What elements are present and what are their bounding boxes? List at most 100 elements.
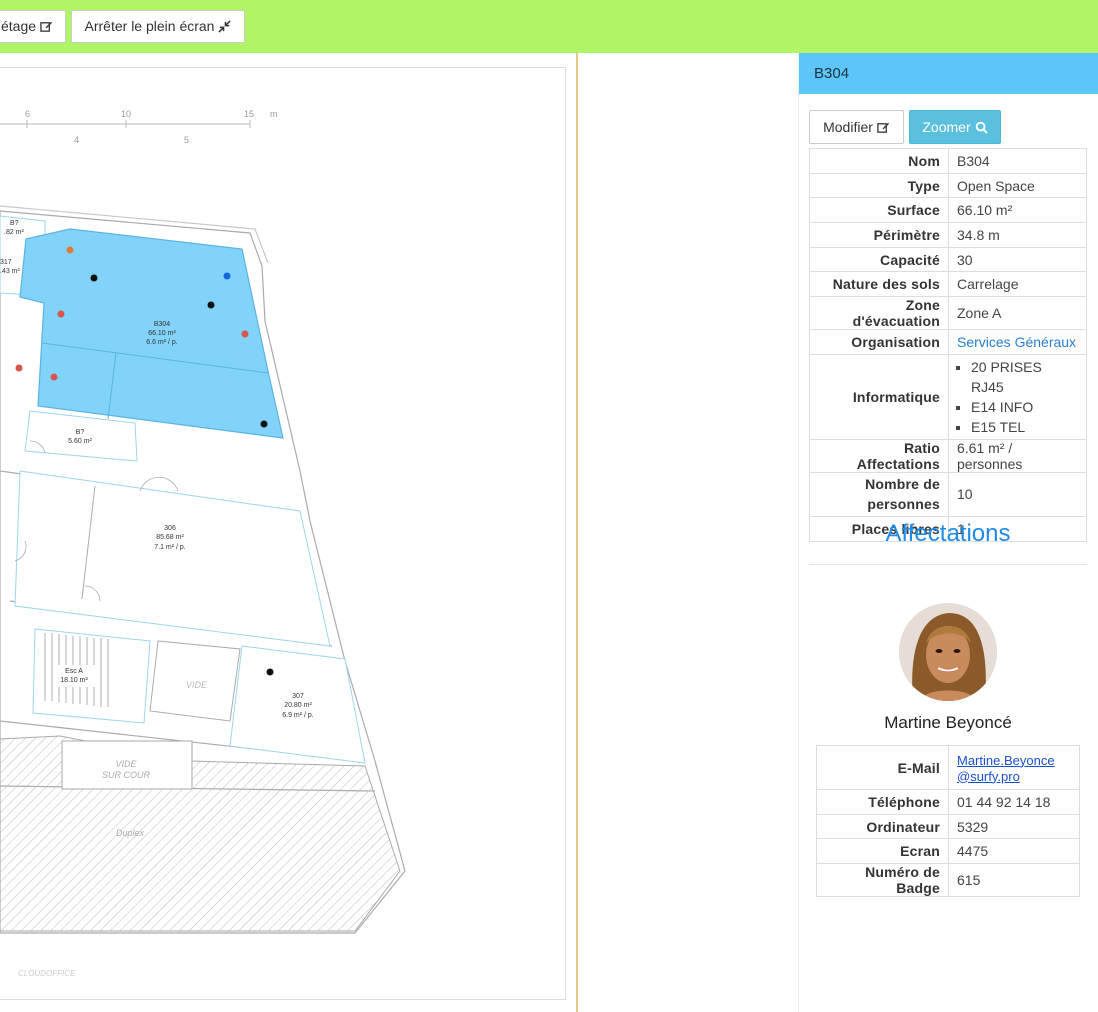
room-area: 18.10 m² xyxy=(60,677,88,684)
table-row: Ecran 4475 xyxy=(816,838,1080,865)
search-icon xyxy=(975,121,988,134)
exit-fullscreen-button[interactable]: Arrêter le plein écran xyxy=(71,10,245,43)
edit-icon xyxy=(877,122,889,133)
room-label: .82 m² xyxy=(4,229,25,236)
room-properties-table: Nom B304 Type Open Space Surface 66.10 m² P… xyxy=(809,148,1087,542)
table-row: Nature des sols Carrelage xyxy=(809,271,1087,298)
person-contact-table: E-Mail Martine.Beyonce @surfy.pro Téléphon… xyxy=(816,745,1080,898)
table-row: Informatique20 PRISES RJ45E14 INFOE15 TE… xyxy=(809,353,1087,440)
room-306[interactable] xyxy=(14,470,331,647)
property-value: Carrelage xyxy=(948,271,1087,298)
property-label: Ratio Affectations xyxy=(809,438,949,473)
property-value: 6.61 m² / personnes xyxy=(948,438,1087,473)
property-value: Open Space xyxy=(948,172,1087,199)
room-area: 5.60 m² xyxy=(68,438,92,445)
organisation-link[interactable]: Services Généraux xyxy=(957,334,1076,350)
modify-button[interactable]: Modifier xyxy=(809,110,904,144)
contact-value: 01 44 92 14 18 xyxy=(948,789,1080,815)
room-area: 20.80 m² xyxy=(284,702,312,709)
property-value: Zone A xyxy=(948,296,1087,331)
scale-label: m xyxy=(270,109,278,119)
room-label: B? xyxy=(10,220,19,227)
room-name: 307 xyxy=(292,693,304,700)
contact-label: Téléphone xyxy=(816,789,949,815)
property-label: Type xyxy=(809,172,949,199)
top-toolbar: étage Arrêter le plein écran xyxy=(0,0,1098,53)
room-name: Esc A xyxy=(65,668,83,675)
person-name: Martine Beyoncé xyxy=(884,713,1012,732)
list-item: 20 PRISES RJ45 xyxy=(971,357,1078,397)
affectations-heading: Affectations xyxy=(885,520,1011,547)
property-value: 66.10 m² xyxy=(948,197,1087,224)
room-area: 85.68 m² xyxy=(156,534,184,541)
compress-icon xyxy=(218,20,232,33)
table-row: Type Open Space xyxy=(809,172,1087,199)
desk-marker[interactable] xyxy=(15,364,23,372)
property-label: Nom xyxy=(809,148,949,174)
panel-header: B304 xyxy=(799,53,1098,94)
table-row: Périmètre 34.8 m xyxy=(809,222,1087,248)
room-label: 317 xyxy=(0,259,12,266)
table-row: Zone d'évacuation Zone A xyxy=(809,296,1087,331)
desk-marker[interactable] xyxy=(223,272,231,280)
plan-credit: CLOUDOFFICE xyxy=(18,969,76,978)
scale-bar: 6 10 15 m 4 5 xyxy=(0,109,278,145)
room-ratio: 7.1 m² / p. xyxy=(154,544,186,551)
list-item: E14 INFO xyxy=(971,397,1078,417)
desk-marker[interactable] xyxy=(57,310,65,318)
table-row: Nombre de personnes 10 xyxy=(809,471,1087,517)
contact-label: Ordinateur xyxy=(816,813,949,840)
room-area: 66.10 m² xyxy=(148,330,176,337)
divider xyxy=(809,564,1087,565)
edit-floor-button[interactable]: étage xyxy=(0,10,66,43)
room-ratio: 6.9 m² / p. xyxy=(282,712,314,719)
avatar xyxy=(899,603,997,701)
table-row: Numéro de Badge 615 xyxy=(816,863,1080,898)
desk-marker[interactable] xyxy=(241,330,249,338)
table-row: E-Mail Martine.Beyonce @surfy.pro xyxy=(816,745,1080,790)
room-ratio: 6.6 m² / p. xyxy=(146,339,178,346)
table-row: Ratio Affectations 6.61 m² / personnes xyxy=(809,438,1087,473)
resize-divider[interactable] xyxy=(576,53,578,1012)
void-court-label: VIDE xyxy=(115,759,137,769)
table-row: Surface 66.10 m² xyxy=(809,197,1087,224)
table-row: Organisation Services Généraux xyxy=(809,329,1087,355)
desk-marker[interactable] xyxy=(207,301,215,309)
scale-label: 10 xyxy=(121,109,131,119)
property-label: Zone d'évacuation xyxy=(809,296,949,331)
contact-label: E-Mail xyxy=(816,745,949,790)
room-b-small[interactable] xyxy=(24,410,138,462)
floor-plan[interactable]: 6 10 15 m 4 5 VIDE SUR COUR Duplex B? .8… xyxy=(0,68,566,1000)
contact-value: 615 xyxy=(948,863,1080,898)
room-name: 306 xyxy=(164,525,176,532)
desk-marker[interactable] xyxy=(266,668,274,676)
property-label: Informatique xyxy=(809,353,949,440)
zoom-button[interactable]: Zoomer xyxy=(909,110,1001,144)
floor-plan-viewer[interactable]: 6 10 15 m 4 5 VIDE SUR COUR Duplex B? .8… xyxy=(0,67,566,1000)
property-value: 10 xyxy=(948,471,1087,517)
property-label: Nature des sols xyxy=(809,271,949,298)
room-name: B304 xyxy=(154,321,170,328)
table-row: Ordinateur 5329 xyxy=(816,813,1080,840)
scale-label: 5 xyxy=(184,135,189,145)
property-label: Surface xyxy=(809,197,949,224)
hatched-label: Duplex xyxy=(116,828,145,838)
scale-label: 15 xyxy=(244,109,254,119)
desk-marker[interactable] xyxy=(66,246,74,254)
desk-marker[interactable] xyxy=(260,420,268,428)
room-details-panel: B304 Modifier Zoomer Nom B304 Type Open Sp… xyxy=(799,53,1098,1012)
scale-label: 6 xyxy=(25,109,30,119)
it-list: 20 PRISES RJ45E14 INFOE15 TEL xyxy=(957,357,1078,437)
property-value: 30 xyxy=(948,246,1087,273)
email-link[interactable]: Martine.Beyonce @surfy.pro xyxy=(957,753,1055,784)
property-value: 34.8 m xyxy=(948,222,1087,248)
contact-label: Numéro de Badge xyxy=(816,863,949,898)
property-label: Périmètre xyxy=(809,222,949,248)
property-value: B304 xyxy=(948,148,1087,174)
desk-marker[interactable] xyxy=(50,373,58,381)
edit-icon xyxy=(40,21,53,32)
property-label: Capacité xyxy=(809,246,949,273)
table-row: Téléphone 01 44 92 14 18 xyxy=(816,789,1080,815)
person-photo-icon xyxy=(899,603,997,701)
desk-marker[interactable] xyxy=(90,274,98,282)
